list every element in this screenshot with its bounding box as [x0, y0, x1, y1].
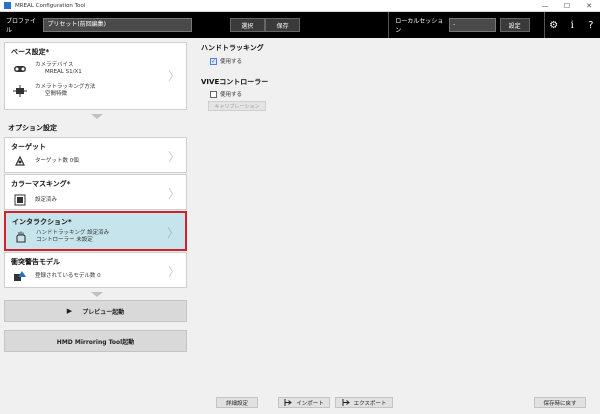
- title-bar: MREAL Configuration Tool — ☐ ✕: [0, 0, 600, 12]
- export-button[interactable]: エクスポート: [335, 397, 393, 408]
- hand-icon: [14, 231, 28, 243]
- import-icon: [284, 399, 293, 406]
- color-masking-title: カラーマスキング*: [11, 180, 71, 188]
- main-panel: ハンドトラッキング ✓ 使用する VIVEコントローラー 使用する キャリブレー…: [196, 38, 600, 414]
- close-button[interactable]: ✕: [578, 0, 600, 12]
- color-masking-row: 設定済み: [13, 194, 57, 206]
- chevron-right-icon: 〉: [167, 150, 180, 164]
- preset-field[interactable]: プリセット(前回編集): [43, 18, 192, 32]
- hand-tracking-use-label: 使用する: [220, 59, 243, 65]
- vive-controller-title: VIVEコントローラー: [201, 78, 269, 86]
- target-icon: [13, 155, 27, 167]
- window-title: MREAL Configuration Tool: [15, 2, 86, 9]
- vive-use-row[interactable]: 使用する: [210, 90, 242, 98]
- select-button[interactable]: 選択: [229, 18, 265, 32]
- bottom-bar: 詳細設定 インポート エクスポート 保存時に戻す: [196, 394, 600, 412]
- interaction-row: ハンドトラッキング 設定済み コントローラー 未設定: [14, 230, 109, 244]
- hmd-mirroring-button[interactable]: HMD Mirroring Tool起動: [4, 330, 187, 352]
- camera-device-row: カメラデバイス MREAL S1/X1: [13, 62, 82, 76]
- collision-warning-card[interactable]: 衝突警告モデル 〉 登録されているモデル数 0: [4, 252, 187, 288]
- play-icon: ▶: [66, 307, 73, 315]
- detail-settings-button[interactable]: 詳細設定: [216, 397, 258, 408]
- color-masking-card[interactable]: カラーマスキング* 〉 設定済み: [4, 174, 187, 210]
- revert-button[interactable]: 保存時に戻す: [534, 397, 586, 408]
- chevron-right-icon: 〉: [167, 69, 180, 83]
- top-toolbar: プロファイル プリセット(前回編集) 選択 保存 ローカルセッション - 設定 …: [0, 12, 600, 38]
- collision-warning-title: 衝突警告モデル: [11, 258, 60, 266]
- camera-device-label: カメラデバイス: [35, 62, 74, 68]
- expand-arrow-icon: [91, 114, 103, 119]
- color-masking-icon: [13, 194, 27, 206]
- camera-tracking-value: 空間特徴: [45, 91, 68, 97]
- maximize-button[interactable]: ☐: [556, 0, 578, 12]
- hand-tracking-checkbox[interactable]: ✓: [210, 57, 217, 65]
- interaction-title: インタラクション*: [12, 218, 72, 226]
- export-icon: [342, 399, 350, 406]
- camera-icon: [13, 63, 27, 75]
- base-settings-card[interactable]: ベース設定* 〉 カメラデバイス MREAL S1/X1 カメラトラッキング方法…: [4, 42, 187, 110]
- sidebar: ベース設定* 〉 カメラデバイス MREAL S1/X1 カメラトラッキング方法…: [0, 38, 193, 414]
- toolbar-divider: [388, 12, 390, 38]
- hand-tracking-title: ハンドトラッキング: [201, 44, 264, 52]
- gear-icon[interactable]: ⚙: [544, 12, 563, 38]
- save-button[interactable]: 保存: [264, 18, 301, 32]
- preview-launch-button[interactable]: ▶ プレビュー起動: [4, 300, 187, 322]
- profile-label: プロファイル: [6, 18, 37, 34]
- chevron-right-icon: 〉: [167, 265, 180, 279]
- chevron-right-icon: 〉: [166, 226, 179, 240]
- session-set-button[interactable]: 設定: [499, 18, 530, 32]
- base-settings-title: ベース設定*: [11, 48, 50, 56]
- target-title: ターゲット: [11, 143, 46, 151]
- chevron-right-icon: 〉: [167, 187, 180, 201]
- help-icon[interactable]: ?: [581, 12, 600, 38]
- vive-checkbox[interactable]: [210, 90, 217, 98]
- camera-tracking-row: カメラトラッキング方法 空間特徴: [13, 84, 95, 98]
- interaction-card[interactable]: インタラクション* 〉 ハンドトラッキング 設定済み コントローラー 未設定: [4, 211, 187, 251]
- model-count: 登録されているモデル数 0: [35, 272, 101, 279]
- expand-arrow-icon: [91, 292, 103, 297]
- vive-use-label: 使用する: [220, 92, 243, 98]
- export-label: エクスポート: [353, 400, 387, 407]
- camera-tracking-label: カメラトラッキング方法: [35, 84, 96, 90]
- tracking-icon: [13, 85, 27, 97]
- hand-tracking-use-row[interactable]: ✓ 使用する: [210, 57, 242, 65]
- window-controls: — ☐ ✕: [534, 0, 600, 12]
- collision-icon: [13, 270, 27, 282]
- hand-tracking-status: ハンドトラッキング 設定済み: [36, 230, 110, 236]
- session-field[interactable]: -: [449, 18, 496, 32]
- local-session-label: ローカルセッション: [395, 18, 444, 34]
- option-settings-title: オプション設定: [8, 124, 57, 132]
- import-label: インポート: [296, 400, 324, 407]
- color-masking-status: 設定済み: [35, 196, 58, 203]
- target-count: ターゲット数 0個: [35, 157, 79, 164]
- controller-status: コントローラー 未設定: [36, 237, 93, 243]
- info-icon[interactable]: i: [563, 12, 582, 38]
- camera-device-value: MREAL S1/X1: [45, 69, 82, 75]
- minimize-button[interactable]: —: [534, 0, 556, 12]
- target-card[interactable]: ターゲット 〉 ターゲット数 0個: [4, 137, 187, 173]
- import-button[interactable]: インポート: [278, 397, 330, 408]
- target-row: ターゲット数 0個: [13, 155, 79, 167]
- preview-launch-label: プレビュー起動: [82, 308, 125, 316]
- app-icon: [4, 2, 11, 9]
- collision-row: 登録されているモデル数 0: [13, 270, 101, 282]
- calibration-button[interactable]: キャリブレーション: [208, 101, 266, 111]
